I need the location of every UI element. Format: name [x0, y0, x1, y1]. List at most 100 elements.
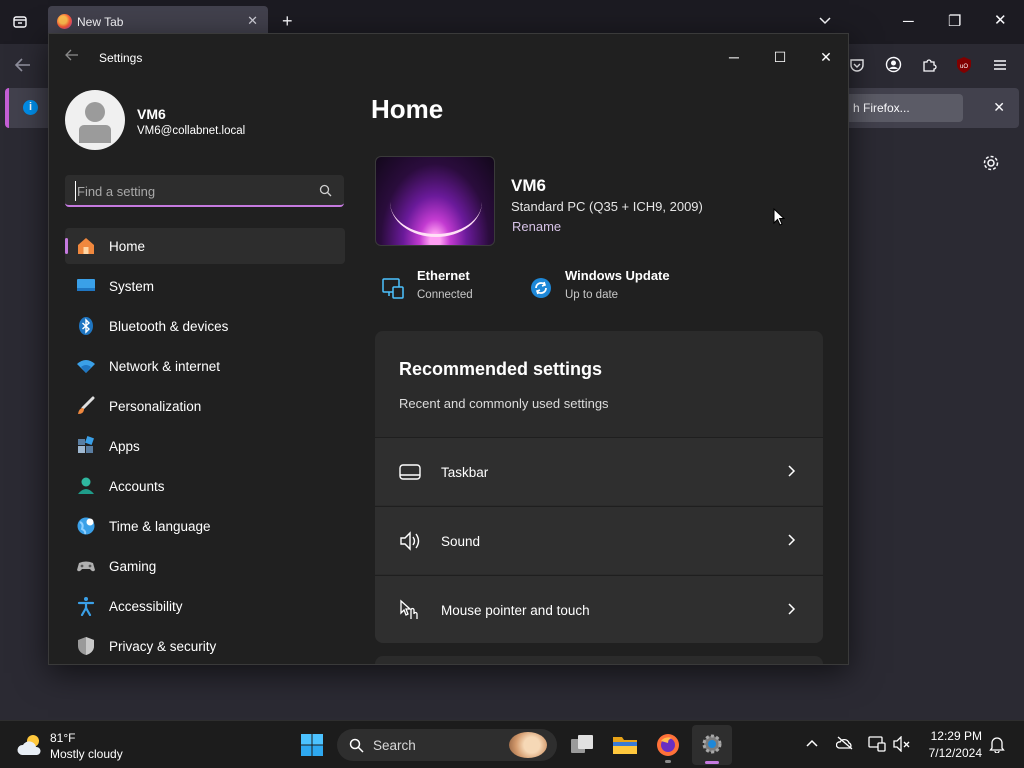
task-view-icon	[570, 734, 594, 756]
nav-item-network[interactable]: Network & internet	[65, 348, 345, 384]
account-email: VM6@collabnet.local	[137, 125, 246, 137]
taskbar-icon	[399, 461, 421, 483]
recommended-item-mouse-pointer[interactable]: Mouse pointer and touch	[375, 575, 823, 643]
status-subtitle: Up to date	[565, 289, 619, 301]
onedrive-icon[interactable]	[836, 736, 854, 750]
page-settings-gear-icon[interactable]	[982, 154, 1000, 172]
avatar-head	[85, 102, 105, 122]
notification-close-icon[interactable]: ✕	[993, 99, 1005, 116]
gear-icon	[701, 733, 723, 755]
pointer-touch-icon	[399, 599, 421, 621]
start-button[interactable]	[292, 725, 332, 765]
nav-label: Gaming	[109, 559, 157, 574]
nav-item-apps[interactable]: Apps	[65, 428, 345, 464]
nav-item-accounts[interactable]: Accounts	[65, 468, 345, 504]
device-wallpaper-thumbnail	[375, 156, 495, 246]
brush-icon	[76, 396, 96, 416]
next-card-edge	[375, 656, 823, 664]
extensions-icon[interactable]	[921, 56, 938, 73]
recommended-item-sound[interactable]: Sound	[375, 506, 823, 574]
rename-link[interactable]: Rename	[512, 219, 561, 234]
close-button[interactable]: ✕	[803, 42, 848, 72]
search-input[interactable]	[75, 181, 305, 201]
account-icon[interactable]	[885, 56, 902, 73]
settings-taskbar-button[interactable]	[692, 725, 732, 765]
info-icon: i	[23, 100, 38, 115]
hamburger-menu-icon[interactable]	[992, 57, 1008, 73]
nav-item-system[interactable]: System	[65, 268, 345, 304]
minimize-icon[interactable]: ─	[903, 14, 914, 29]
restore-icon[interactable]: ❐	[948, 14, 961, 29]
accessibility-icon	[76, 596, 96, 616]
svg-text:uO: uO	[960, 64, 968, 70]
ublock-origin-icon[interactable]: uO	[955, 56, 973, 74]
settings-title-bar: Settings ─ ☐ ✕	[49, 34, 848, 82]
active-indicator	[705, 761, 719, 764]
nav-item-gaming[interactable]: Gaming	[65, 548, 345, 584]
back-icon[interactable]	[14, 57, 32, 73]
avatar	[65, 90, 125, 150]
recommended-item-taskbar[interactable]: Taskbar	[375, 437, 823, 505]
recommended-label: Mouse pointer and touch	[441, 603, 590, 618]
clock[interactable]: 12:29 PM 7/12/2024	[920, 729, 982, 760]
device-model: Standard PC (Q35 + ICH9, 2009)	[511, 199, 703, 214]
nav-label: Home	[109, 239, 146, 254]
task-view-button[interactable]	[562, 725, 602, 765]
nav-item-time-language[interactable]: Time & language	[65, 508, 345, 544]
notification-bell-icon[interactable]	[989, 735, 1005, 753]
pocket-icon[interactable]	[849, 57, 865, 73]
taskbar-search[interactable]: Search	[337, 729, 557, 761]
close-icon[interactable]: ✕	[994, 13, 1007, 28]
avatar-body	[79, 125, 111, 143]
recommended-settings-card: Recommended settings Recent and commonly…	[375, 331, 823, 643]
new-tab-icon[interactable]: +	[282, 12, 293, 30]
nav-item-accessibility[interactable]: Accessibility	[65, 588, 345, 624]
nav-item-home[interactable]: Home	[65, 228, 345, 264]
firefox-taskbar-button[interactable]	[648, 725, 688, 765]
taskbar-search-label: Search	[373, 738, 416, 753]
tab-title: New Tab	[77, 15, 124, 29]
recommended-label: Taskbar	[441, 465, 489, 480]
nav-label: Bluetooth & devices	[109, 319, 229, 334]
settings-nav: Home System Bluetooth & devices Network …	[65, 228, 345, 664]
firefox-favicon-icon	[57, 14, 72, 29]
nav-item-bluetooth[interactable]: Bluetooth & devices	[65, 308, 345, 344]
shield-icon	[76, 636, 96, 656]
chevron-down-icon[interactable]	[818, 14, 832, 28]
minimize-button[interactable]: ─	[711, 42, 757, 72]
settings-window: Settings ─ ☐ ✕ VM6 VM6@collabnet.local H…	[48, 33, 849, 665]
recommended-subtitle: Recent and commonly used settings	[399, 396, 609, 411]
notification-action-button[interactable]: h Firefox...	[843, 94, 963, 122]
chevron-right-icon	[787, 602, 797, 616]
chevron-right-icon	[787, 464, 797, 478]
folder-icon	[612, 734, 638, 756]
windows-update-icon	[529, 276, 553, 300]
show-hidden-icons-chevron-icon[interactable]	[805, 736, 819, 750]
nav-item-personalization[interactable]: Personalization	[65, 388, 345, 424]
speaker-icon	[399, 530, 421, 552]
nav-label: Privacy & security	[109, 639, 217, 654]
nav-label: Accessibility	[109, 599, 183, 614]
bluetooth-icon	[76, 316, 96, 336]
back-arrow-icon[interactable]	[65, 49, 79, 61]
maximize-button[interactable]: ☐	[757, 42, 803, 72]
nav-label: System	[109, 279, 155, 294]
network-icon[interactable]	[868, 736, 886, 752]
clock-time: 12:29 PM	[930, 729, 982, 743]
taskbar: 81°F Mostly cloudy Search 12:29 PM 7/12/…	[0, 720, 1024, 768]
settings-search-box[interactable]	[65, 175, 344, 207]
windows-logo-icon	[300, 733, 324, 757]
file-explorer-button[interactable]	[605, 725, 645, 765]
search-icon[interactable]	[319, 184, 332, 197]
tab-list-icon[interactable]	[12, 14, 28, 30]
close-tab-icon[interactable]: ✕	[247, 13, 258, 29]
running-indicator	[665, 760, 671, 763]
volume-muted-icon[interactable]	[893, 736, 911, 752]
search-icon	[349, 738, 364, 753]
nav-label: Personalization	[109, 399, 202, 414]
accounts-icon	[76, 476, 96, 496]
wallpaper-arc	[390, 167, 482, 237]
nav-item-privacy[interactable]: Privacy & security	[65, 628, 345, 664]
search-highlight-shell-icon	[509, 732, 547, 758]
window-title: Settings	[99, 51, 143, 65]
